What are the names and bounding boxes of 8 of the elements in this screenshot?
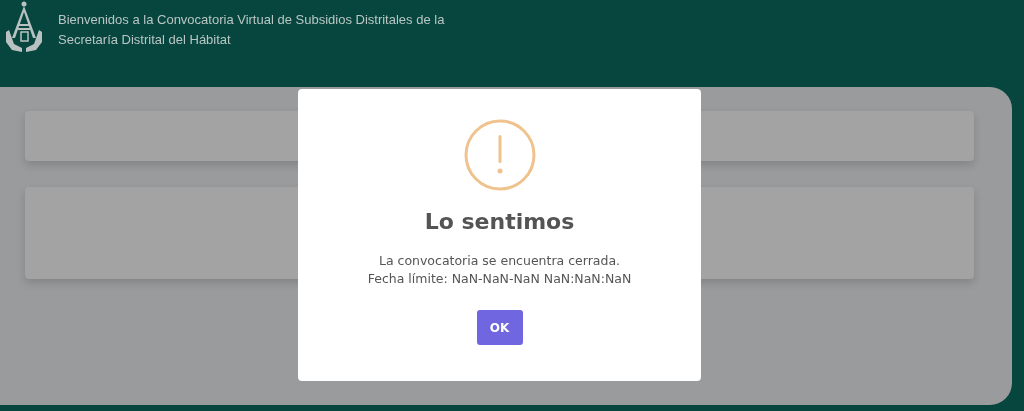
dialog-title: Lo sentimos (424, 209, 575, 234)
ok-button[interactable]: OK (476, 310, 523, 345)
header-title: Secretaría Distrital del Hábitat (58, 31, 232, 49)
header-title: Bienvenidos a la Convocatoria Virtual de Subsidios Distritales de la (58, 11, 445, 29)
logo-icon (4, 0, 44, 54)
dialog-message: Fecha límite: NaN-NaN-NaN NaN:NaN:NaN (367, 270, 632, 288)
warning-icon (463, 119, 536, 191)
dialog-message: La convocatoria se encuentra cerrada. (378, 252, 621, 270)
